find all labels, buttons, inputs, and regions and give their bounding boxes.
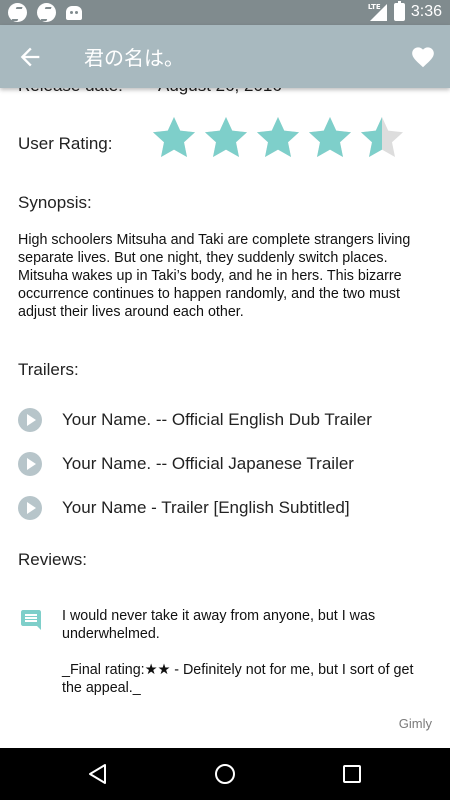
nav-home-icon[interactable] — [213, 762, 237, 786]
app-bar: 君の名は。 — [0, 25, 450, 88]
rating-star-icon — [309, 117, 351, 157]
release-date-label: Release date: — [18, 88, 123, 96]
heart-icon — [412, 47, 434, 68]
rating-star-icon — [205, 117, 247, 157]
nav-recents-icon[interactable] — [340, 762, 364, 786]
lte-signal-icon: LTE — [368, 2, 388, 22]
play-icon — [18, 408, 42, 432]
trailer-item[interactable]: Your Name - Trailer [English Subtitled] — [18, 496, 350, 520]
rating-star-icon — [153, 117, 195, 157]
android-robot-icon — [66, 6, 82, 20]
release-date-value: August 26, 2016 — [158, 88, 282, 96]
network-type-label: LTE — [367, 3, 381, 11]
comment-icon — [21, 610, 41, 630]
status-time: 3:36 — [410, 3, 442, 20]
synopsis-text: High schoolers Mitsuha and Taki are comp… — [18, 232, 411, 320]
user-rating-label: User Rating: — [18, 134, 113, 153]
trailer-title: Your Name. -- Official Japanese Trailer — [62, 454, 354, 473]
trailer-title: Your Name. -- Official English Dub Trail… — [62, 410, 372, 429]
trailers-label: Trailers: — [18, 360, 79, 379]
trailer-item[interactable]: Your Name. -- Official Japanese Trailer — [18, 452, 354, 476]
s-app-icon — [37, 3, 56, 22]
trailer-title: Your Name - Trailer [English Subtitled] — [62, 498, 350, 517]
movie-details[interactable]: Release date: August 26, 2016 User Ratin… — [0, 88, 450, 748]
rating-star-icon — [361, 117, 403, 157]
system-nav-bar — [0, 748, 450, 800]
page-title: 君の名は。 — [84, 46, 184, 70]
s-app-icon — [8, 3, 27, 22]
battery-charging-icon — [393, 1, 405, 21]
trailer-item[interactable]: Your Name. -- Official English Dub Trail… — [18, 408, 372, 432]
reviews-label: Reviews: — [18, 550, 87, 569]
rating-star-icon — [257, 117, 299, 157]
review-author: Gimly — [398, 716, 432, 731]
review-text: I would never take it away from anyone, … — [62, 608, 376, 642]
status-bar: LTE 3:36 — [0, 0, 450, 25]
nav-back-icon[interactable] — [86, 762, 110, 786]
favorite-button[interactable] — [410, 44, 436, 68]
play-icon — [18, 452, 42, 476]
play-icon — [18, 496, 42, 520]
back-button[interactable] — [16, 43, 44, 71]
user-rating-stars — [150, 114, 406, 160]
arrow-left-icon — [20, 47, 40, 67]
review-final-rating: _Final rating:★★ - Definitely not for me… — [62, 662, 414, 696]
synopsis-label: Synopsis: — [18, 193, 92, 212]
